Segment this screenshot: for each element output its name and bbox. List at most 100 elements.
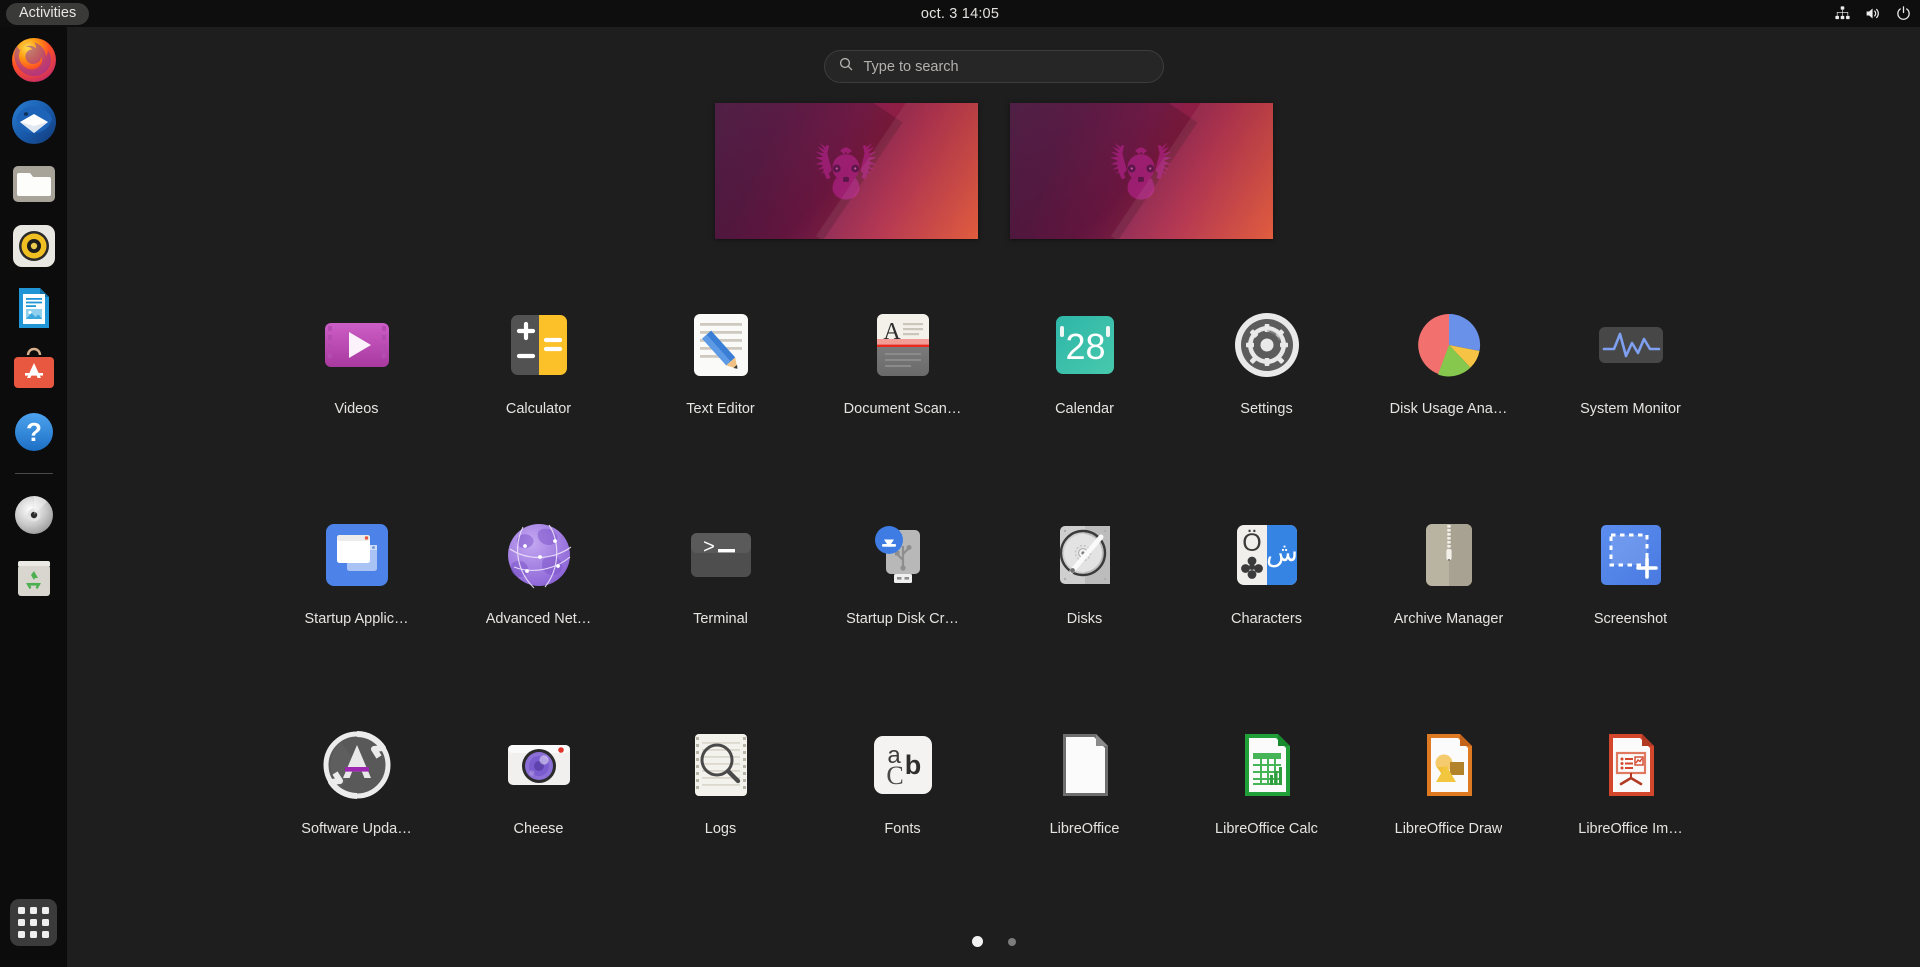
volume-icon[interactable] — [1864, 5, 1882, 22]
search-placeholder: Type to search — [864, 59, 959, 75]
app-item-characters[interactable]: Ö ش Characters — [1176, 502, 1358, 688]
dock-item-trash[interactable] — [10, 553, 58, 601]
page-dot-1[interactable] — [972, 936, 983, 947]
terminal-icon: > — [682, 516, 760, 594]
svg-text:?: ? — [26, 417, 42, 447]
dock-item-files[interactable] — [10, 160, 58, 208]
page-indicator — [67, 936, 1920, 947]
svg-text:C: C — [886, 761, 903, 790]
app-item-logs[interactable]: Logs — [630, 712, 812, 898]
search-icon — [838, 56, 854, 77]
app-item-startup-disk-creator[interactable]: Startup Disk Cr… — [812, 502, 994, 688]
calendar-icon: 28 — [1046, 306, 1124, 384]
app-item-software-updater[interactable]: Software Upda… — [266, 712, 448, 898]
libreoffice-icon — [1046, 726, 1124, 804]
dock-item-help[interactable]: ? — [10, 408, 58, 456]
app-item-libreoffice-calc[interactable]: LibreOffice Calc — [1176, 712, 1358, 898]
app-label: LibreOffice — [1050, 821, 1120, 837]
app-label: Software Upda… — [301, 821, 411, 837]
grid-cell — [18, 907, 25, 914]
app-item-calendar[interactable]: 28 Calendar — [994, 292, 1176, 478]
dock-item-rhythmbox[interactable] — [10, 222, 58, 270]
show-applications-button[interactable] — [10, 899, 57, 946]
app-label: Calculator — [506, 401, 571, 417]
app-label: Startup Applic… — [305, 611, 409, 627]
software-updater-icon — [318, 726, 396, 804]
system-monitor-icon — [1592, 306, 1670, 384]
app-item-screenshot[interactable]: Screenshot — [1540, 502, 1722, 688]
system-status-menu[interactable] — [1834, 0, 1912, 27]
cheese-icon — [500, 726, 578, 804]
svg-text:ش: ش — [1266, 538, 1298, 568]
app-item-advanced-network[interactable]: Advanced Net… — [448, 502, 630, 688]
app-label: LibreOffice Im… — [1578, 821, 1683, 837]
svg-text:b: b — [904, 750, 921, 780]
app-label: Logs — [705, 821, 736, 837]
app-item-disks[interactable]: Disks — [994, 502, 1176, 688]
app-item-cheese[interactable]: Cheese — [448, 712, 630, 898]
page-dot-2[interactable] — [1008, 938, 1016, 946]
app-label: Cheese — [514, 821, 564, 837]
dock-item-ubuntu-software[interactable] — [10, 346, 58, 394]
app-item-archive-manager[interactable]: Archive Manager — [1358, 502, 1540, 688]
power-icon[interactable] — [1895, 5, 1912, 22]
top-bar: Activities oct. 3 14:05 — [0, 0, 1920, 27]
app-item-libreoffice-impress[interactable]: LibreOffice Im… — [1540, 712, 1722, 898]
app-item-document-scanner[interactable]: A Document Scan… — [812, 292, 994, 478]
disks-icon — [1046, 516, 1124, 594]
videos-icon — [318, 306, 396, 384]
app-item-text-editor[interactable]: Text Editor — [630, 292, 812, 478]
app-item-fonts[interactable]: a b C Fonts — [812, 712, 994, 898]
app-label: Characters — [1231, 611, 1302, 627]
dock-item-firefox[interactable] — [10, 36, 58, 84]
startup-applications-icon — [318, 516, 396, 594]
app-label: Videos — [334, 401, 378, 417]
dock-item-libreoffice-writer[interactable] — [10, 284, 58, 332]
fonts-icon: a b C — [864, 726, 942, 804]
app-grid: Videos Calculator — [67, 292, 1920, 898]
svg-text:>: > — [703, 537, 715, 560]
calculator-icon — [500, 306, 578, 384]
app-label: Calendar — [1055, 401, 1114, 417]
libreoffice-impress-icon — [1592, 726, 1670, 804]
grid-cell — [42, 907, 49, 914]
workspace-thumbnail-2[interactable] — [1010, 103, 1273, 239]
clock-area: oct. 3 14:05 — [0, 0, 1920, 27]
app-item-libreoffice[interactable]: LibreOffice — [994, 712, 1176, 898]
app-item-settings[interactable]: Settings — [1176, 292, 1358, 478]
app-item-disk-usage-analyzer[interactable]: Disk Usage Ana… — [1358, 292, 1540, 478]
grid-cell — [30, 919, 37, 926]
grid-cell — [42, 931, 49, 938]
grid-cell — [18, 931, 25, 938]
clock-datetime[interactable]: oct. 3 14:05 — [921, 6, 999, 22]
grid-cell — [30, 931, 37, 938]
app-item-terminal[interactable]: > Terminal — [630, 502, 812, 688]
archive-manager-icon — [1410, 516, 1488, 594]
app-label: Screenshot — [1594, 611, 1667, 627]
app-label: Archive Manager — [1394, 611, 1504, 627]
startup-disk-creator-icon — [864, 516, 942, 594]
dock-item-cd-disc[interactable] — [10, 491, 58, 539]
activities-overview: Type to search — [67, 27, 1920, 967]
app-label: Disk Usage Ana… — [1390, 401, 1508, 417]
characters-icon: Ö ش — [1228, 516, 1306, 594]
app-label: Document Scan… — [844, 401, 962, 417]
grid-cell — [18, 919, 25, 926]
disk-usage-analyzer-icon — [1410, 306, 1488, 384]
search-input[interactable]: Type to search — [824, 50, 1164, 83]
dock-item-thunderbird[interactable] — [10, 98, 58, 146]
app-item-calculator[interactable]: Calculator — [448, 292, 630, 478]
app-item-videos[interactable]: Videos — [266, 292, 448, 478]
logs-icon — [682, 726, 760, 804]
app-item-libreoffice-draw[interactable]: LibreOffice Draw — [1358, 712, 1540, 898]
app-item-system-monitor[interactable]: System Monitor — [1540, 292, 1722, 478]
workspace-thumbnail-1[interactable] — [715, 103, 978, 239]
network-wired-icon[interactable] — [1834, 5, 1851, 22]
calendar-day: 28 — [1065, 326, 1105, 367]
app-label: Startup Disk Cr… — [846, 611, 959, 627]
libreoffice-calc-icon — [1228, 726, 1306, 804]
activities-button[interactable]: Activities — [6, 3, 89, 25]
app-item-startup-applications[interactable]: Startup Applic… — [266, 502, 448, 688]
workspace-thumbnails — [67, 103, 1920, 239]
grid-cell — [42, 919, 49, 926]
